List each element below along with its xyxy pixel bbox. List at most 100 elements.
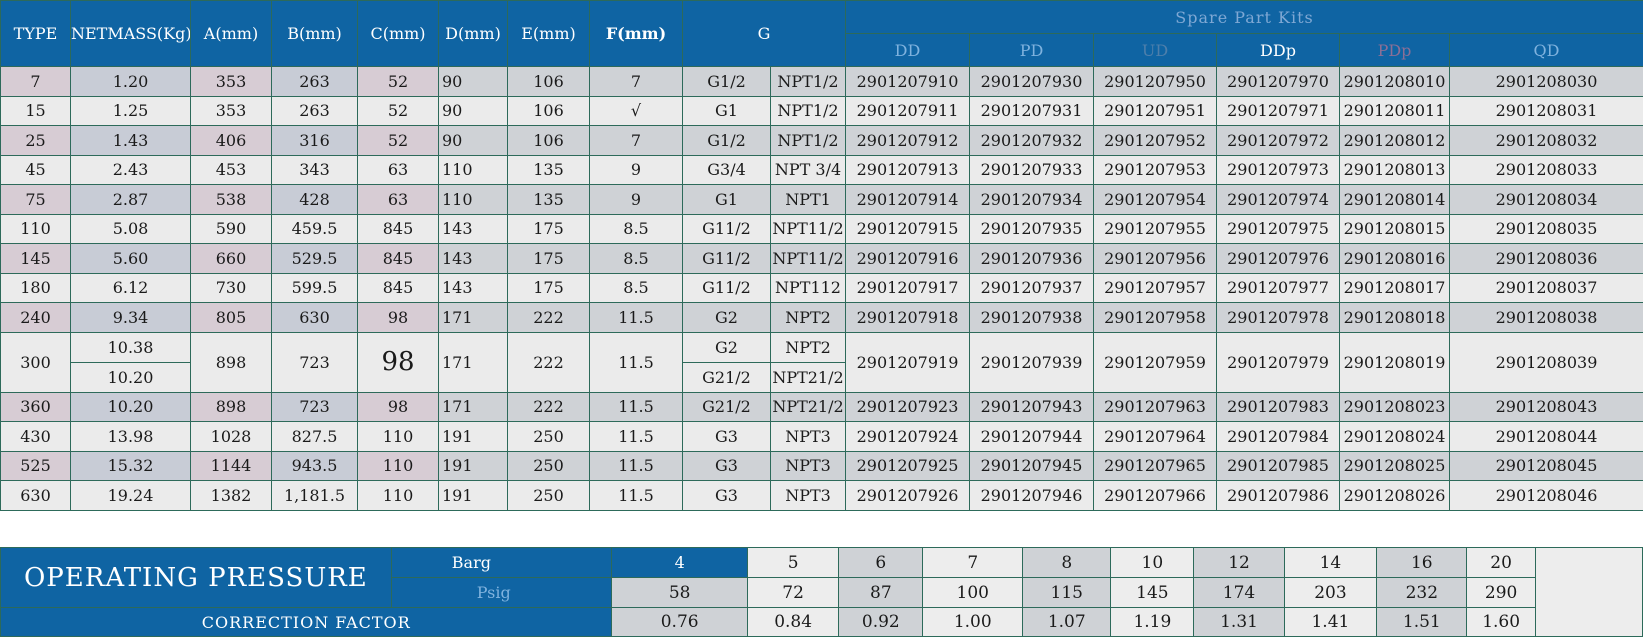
cell-kit-number: 2901207985 bbox=[1217, 451, 1340, 481]
cell-a: 353 bbox=[191, 67, 272, 97]
header-c: C(mm) bbox=[358, 1, 439, 67]
cell-g-bsp: G11/2 bbox=[683, 244, 771, 274]
header-kit-pd: PD bbox=[970, 34, 1094, 67]
cell-d: 143 bbox=[439, 273, 508, 303]
table-row: 2409.348056309817122211.5G2NPT2290120791… bbox=[1, 303, 1643, 333]
cell-type: 180 bbox=[1, 273, 71, 303]
factor-value: 1.60 bbox=[1467, 608, 1535, 637]
cell-b: 1,181.5 bbox=[272, 481, 358, 511]
cell-type: 15 bbox=[1, 96, 71, 126]
cell-g-bsp: G2 bbox=[683, 332, 771, 362]
cell-kit-number: 2901207959 bbox=[1094, 332, 1217, 392]
cell-b: 827.5 bbox=[272, 422, 358, 452]
cell-c: 52 bbox=[358, 67, 439, 97]
cell-kit-number: 2901207975 bbox=[1217, 214, 1340, 244]
cell-kit-number: 2901207965 bbox=[1094, 451, 1217, 481]
cell-f: 9 bbox=[590, 155, 683, 185]
table-row: 52515.321144943.511019125011.5G3NPT32901… bbox=[1, 451, 1643, 481]
table-row: 43013.981028827.511019125011.5G3NPT32901… bbox=[1, 422, 1643, 452]
table-row: 1806.12730599.58451431758.5G11/2NPT11229… bbox=[1, 273, 1643, 303]
cell-e: 135 bbox=[508, 155, 590, 185]
cell-kit-number: 2901208034 bbox=[1450, 185, 1643, 215]
cell-netmass: 9.34 bbox=[71, 303, 191, 333]
cell-type: 25 bbox=[1, 126, 71, 156]
factor-value: 1.07 bbox=[1023, 608, 1111, 637]
cell-b: 428 bbox=[272, 185, 358, 215]
cell-kit-number: 2901207973 bbox=[1217, 155, 1340, 185]
psig-value: 100 bbox=[923, 578, 1023, 608]
cell-e: 175 bbox=[508, 273, 590, 303]
cell-f: √ bbox=[590, 96, 683, 126]
cell-g-bsp: G21/2 bbox=[683, 392, 771, 422]
header-kit-ud: UD bbox=[1094, 34, 1217, 67]
cell-netmass: 19.24 bbox=[71, 481, 191, 511]
cell-e: 250 bbox=[508, 481, 590, 511]
cell-g-npt: NPT112 bbox=[771, 273, 846, 303]
factor-value: 1.31 bbox=[1194, 608, 1284, 637]
cell-kit-number: 2901207972 bbox=[1217, 126, 1340, 156]
table-row: 151.253532635290106√G1NPT1/2290120791129… bbox=[1, 96, 1643, 126]
cell-kit-number: 2901208037 bbox=[1450, 273, 1643, 303]
header-type: TYPE bbox=[1, 1, 71, 67]
cell-d: 171 bbox=[439, 392, 508, 422]
barg-value: 4 bbox=[612, 548, 748, 578]
cell-f: 11.5 bbox=[590, 451, 683, 481]
cell-kit-number: 2901207979 bbox=[1217, 332, 1340, 392]
cell-c: 98 bbox=[358, 392, 439, 422]
psig-value: 58 bbox=[612, 578, 748, 608]
cell-kit-number: 2901207933 bbox=[970, 155, 1094, 185]
cell-type: 240 bbox=[1, 303, 71, 333]
cell-kit-number: 2901207911 bbox=[846, 96, 970, 126]
cell-kit-number: 2901207916 bbox=[846, 244, 970, 274]
cell-g-npt: NPT11/2 bbox=[771, 244, 846, 274]
cell-kit-number: 2901207944 bbox=[970, 422, 1094, 452]
cell-b: 343 bbox=[272, 155, 358, 185]
table-body: 71.2035326352901067G1/2NPT1/229012079102… bbox=[1, 67, 1643, 511]
header-kit-ddp: DDp bbox=[1217, 34, 1340, 67]
cell-kit-number: 2901207976 bbox=[1217, 244, 1340, 274]
cell-kit-number: 2901208016 bbox=[1340, 244, 1450, 274]
pressure-table: OPERATING PRESSURE Barg 4 5 6 7 8 10 12 … bbox=[0, 547, 1643, 637]
cell-d: 90 bbox=[439, 96, 508, 126]
header-kit-qd: QD bbox=[1450, 34, 1643, 67]
cell-c: 63 bbox=[358, 155, 439, 185]
cell-g-bsp: G1 bbox=[683, 185, 771, 215]
cell-kit-number: 2901207934 bbox=[970, 185, 1094, 215]
factor-value: 1.00 bbox=[923, 608, 1023, 637]
cell-a: 898 bbox=[191, 332, 272, 392]
cell-g-bsp: G3 bbox=[683, 451, 771, 481]
cell-kit-number: 2901207984 bbox=[1217, 422, 1340, 452]
cell-d: 110 bbox=[439, 185, 508, 215]
cell-kit-number: 2901207974 bbox=[1217, 185, 1340, 215]
cell-kit-number: 2901208011 bbox=[1340, 96, 1450, 126]
spec-sheet: TYPE NETMASS(Kg) A(mm) B(mm) C(mm) D(mm)… bbox=[0, 0, 1643, 636]
cell-g-bsp: G3 bbox=[683, 422, 771, 452]
cell-e: 106 bbox=[508, 67, 590, 97]
cell-d: 143 bbox=[439, 244, 508, 274]
cell-kit-number: 2901208032 bbox=[1450, 126, 1643, 156]
header-spare-part-kits: Spare Part Kits bbox=[846, 1, 1643, 34]
cell-kit-number: 2901207945 bbox=[970, 451, 1094, 481]
cell-type: 630 bbox=[1, 481, 71, 511]
cell-kit-number: 2901207966 bbox=[1094, 481, 1217, 511]
cell-kit-number: 2901207950 bbox=[1094, 67, 1217, 97]
cell-f: 11.5 bbox=[590, 332, 683, 392]
cell-kit-number: 2901207971 bbox=[1217, 96, 1340, 126]
cell-netmass: 13.98 bbox=[71, 422, 191, 452]
cell-kit-number: 2901207914 bbox=[846, 185, 970, 215]
cell-kit-number: 2901207930 bbox=[970, 67, 1094, 97]
cell-type: 300 bbox=[1, 332, 71, 392]
cell-kit-number: 2901207977 bbox=[1217, 273, 1340, 303]
cell-kit-number: 2901208026 bbox=[1340, 481, 1450, 511]
barg-value: 14 bbox=[1284, 548, 1376, 578]
cell-f: 8.5 bbox=[590, 214, 683, 244]
cell-g-npt: NPT1/2 bbox=[771, 67, 846, 97]
cell-kit-number: 2901207923 bbox=[846, 392, 970, 422]
cell-kit-number: 2901208036 bbox=[1450, 244, 1643, 274]
table-row: 752.87538428631101359G1NPT12901207914290… bbox=[1, 185, 1643, 215]
cell-kit-number: 2901207938 bbox=[970, 303, 1094, 333]
cell-kit-number: 2901208014 bbox=[1340, 185, 1450, 215]
cell-g-npt: NPT3 bbox=[771, 451, 846, 481]
table-row: 1455.60660529.58451431758.5G11/2NPT11/22… bbox=[1, 244, 1643, 274]
cell-kit-number: 2901208013 bbox=[1340, 155, 1450, 185]
